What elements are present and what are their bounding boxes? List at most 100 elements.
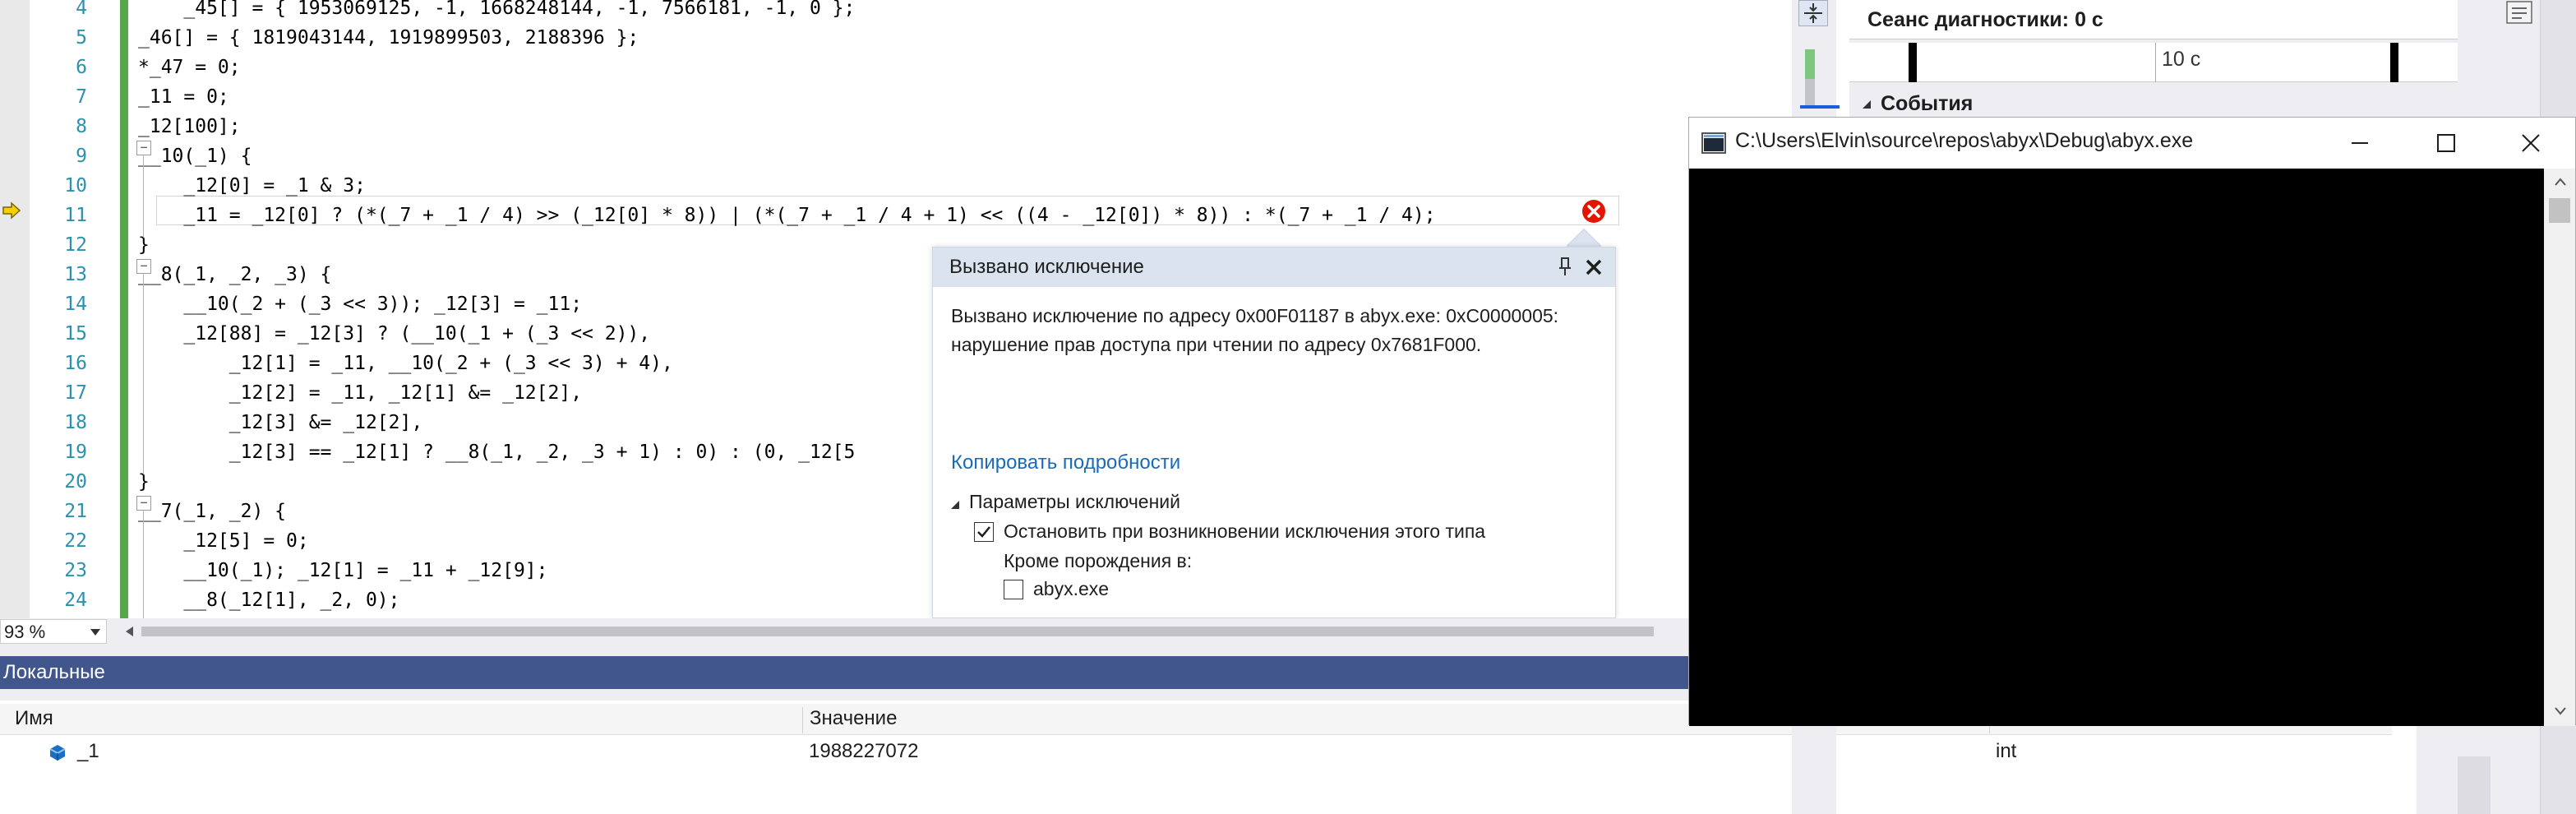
diagnostic-session-header: Сеанс диагностики: 0 с [1849, 0, 2458, 39]
minimize-icon [2352, 142, 2368, 144]
code-line[interactable]: _12[2] = _11, _12[1] &= _12[2], [138, 378, 582, 408]
scroll-left-icon[interactable] [123, 625, 135, 638]
code-line[interactable]: __8(_1, _2, _3) { [138, 260, 331, 289]
console-app-icon [1701, 132, 1726, 154]
locals-title: Локальные [3, 661, 105, 683]
horizontal-scroll-thumb[interactable] [141, 627, 1654, 636]
collapse-icon[interactable]: − [136, 496, 151, 511]
console-title-bar[interactable]: C:\Users\Elvin\source\repos\abyx\Debug\a… [1689, 118, 2575, 169]
pin-icon[interactable] [1553, 254, 1577, 279]
column-header-name[interactable]: Имя [8, 707, 53, 733]
chevron-down-icon [90, 629, 100, 636]
indicator-margin[interactable] [0, 0, 30, 618]
line-number: 12 [64, 234, 87, 256]
line-number: 19 [64, 442, 87, 463]
zoom-level: 93 % [4, 622, 46, 642]
error-icon[interactable] [1581, 199, 1606, 224]
collapse-icon[interactable]: − [136, 259, 151, 274]
line-number: 9 [76, 146, 87, 167]
vertical-scroll-thumb[interactable] [1805, 79, 1815, 107]
diagnostic-timeline[interactable]: 10 с [1849, 43, 2458, 82]
line-number: 11 [64, 205, 87, 226]
column-header-value[interactable]: Значение [802, 707, 897, 733]
events-label: События [1881, 92, 1974, 115]
code-line[interactable]: __8(_12[1], _2, 0); [138, 585, 399, 615]
timeline-tick-label: 10 с [2162, 48, 2201, 71]
horizontal-scrollbar[interactable] [123, 623, 1660, 640]
code-line[interactable]: _11 = _12[0] ? (*(_7 + _1 / 4) >> (_12[0… [138, 201, 1435, 230]
line-number: 10 [64, 175, 87, 197]
exception-helper-popup[interactable]: Вызвано исключение Вызвано исключение по… [932, 247, 1616, 618]
line-number: 21 [64, 501, 87, 522]
code-line[interactable]: __7(_1, _2) { [138, 497, 286, 526]
line-number: 24 [64, 590, 87, 611]
zoom-dropdown[interactable]: 93 % [0, 619, 107, 644]
popup-header: Вызвано исключение [933, 247, 1615, 287]
local-variable-icon [49, 745, 66, 761]
line-number: 8 [76, 116, 87, 137]
diagnostic-tools-panel[interactable]: Сеанс диагностики: 0 с 10 с События [1849, 0, 2458, 123]
line-number: 20 [64, 471, 87, 493]
minimize-button[interactable] [2317, 118, 2403, 169]
line-number: 16 [64, 353, 87, 374]
console-output-area[interactable] [1689, 169, 2544, 726]
scroll-down-icon[interactable] [2554, 706, 2567, 716]
code-line[interactable]: _45[] = { 1953069125, -1, 1668248144, -1… [138, 0, 855, 23]
line-number: 17 [64, 382, 87, 404]
code-line[interactable]: _12[3] &= _12[2], [138, 408, 422, 437]
code-line[interactable]: _12[0] = _1 & 3; [138, 171, 366, 201]
code-line[interactable]: __10(_1) { [138, 141, 252, 171]
local-value[interactable]: 1988227072 [809, 740, 918, 763]
expander-triangle-icon[interactable] [949, 499, 961, 511]
console-vertical-scrollbar[interactable] [2544, 169, 2575, 726]
exception-message: Вызвано исключение по адресу 0x00F01187 … [951, 305, 1559, 355]
popup-title: Вызвано исключение [949, 256, 1144, 278]
collapse-icon[interactable]: − [136, 141, 151, 155]
code-line[interactable]: _12[88] = _12[3] ? (__10(_1 + (_3 << 2))… [138, 319, 650, 349]
fold-guide [143, 155, 144, 238]
table-row[interactable]: _1 1988227072 int [0, 737, 2392, 768]
scroll-map-caret [1800, 105, 1840, 109]
code-line[interactable]: _46[] = { 1819043144, 1919899503, 218839… [138, 23, 639, 53]
module-exception-label: abyx.exe [1033, 578, 1110, 599]
change-tracking-bar [120, 0, 128, 618]
instruction-pointer-icon [2, 201, 21, 220]
maximize-icon [2437, 134, 2455, 152]
close-icon[interactable] [1581, 254, 1607, 280]
line-number: 7 [76, 86, 87, 108]
split-icon [1804, 3, 1822, 23]
exception-settings-header[interactable]: Параметры исключений [969, 491, 1180, 513]
break-on-exception-checkbox[interactable] [974, 522, 994, 542]
code-line[interactable]: _12[3] == _12[1] ? __8(_1, _2, _3 + 1) :… [138, 437, 856, 467]
line-number: 13 [64, 264, 87, 285]
checkmark-icon [977, 526, 990, 538]
timeline-selection-start[interactable] [1909, 43, 1917, 82]
console-title: C:\Users\Elvin\source\repos\abyx\Debug\a… [1735, 129, 2194, 152]
code-line[interactable]: __10(_1); _12[1] = _11 + _12[9]; [138, 556, 547, 585]
code-line[interactable]: _12[100]; [138, 112, 241, 141]
module-exception-checkbox[interactable] [1004, 580, 1023, 599]
split-view-button[interactable] [1798, 0, 1828, 26]
locals-vertical-scroll-thumb[interactable] [2458, 756, 2491, 814]
fold-guide [143, 274, 144, 474]
code-line[interactable]: _12[5] = 0; [138, 526, 308, 556]
line-number-margin: 45678910111213141516171819202122232425 [30, 0, 95, 618]
maximize-button[interactable] [2403, 118, 2488, 169]
except-when-label: Кроме порождения в: [1004, 550, 1193, 571]
code-line[interactable]: __10(_2 + (_3 << 3)); _12[3] = _11; [138, 289, 582, 319]
line-number: 14 [64, 294, 87, 315]
console-scroll-thumb[interactable] [2549, 198, 2570, 223]
timeline-selection-end[interactable] [2390, 43, 2398, 82]
line-number: 5 [76, 27, 87, 49]
code-line[interactable]: *_47 = 0; [138, 53, 241, 82]
local-type: int [1996, 740, 2017, 762]
code-line[interactable]: _12[1] = _11, __10(_2 + (_3 << 3) + 4), [138, 349, 673, 378]
diagnostic-session-label: Сеанс диагностики: 0 с [1867, 8, 2103, 31]
copy-details-link[interactable]: Копировать подробности [951, 451, 1180, 474]
scroll-up-icon[interactable] [2554, 177, 2567, 187]
solution-explorer-icon[interactable] [2504, 0, 2537, 25]
line-number: 4 [76, 0, 87, 19]
close-button[interactable] [2488, 118, 2574, 169]
code-line[interactable]: _11 = 0; [138, 82, 229, 112]
console-window[interactable]: C:\Users\Elvin\source\repos\abyx\Debug\a… [1688, 117, 2576, 726]
